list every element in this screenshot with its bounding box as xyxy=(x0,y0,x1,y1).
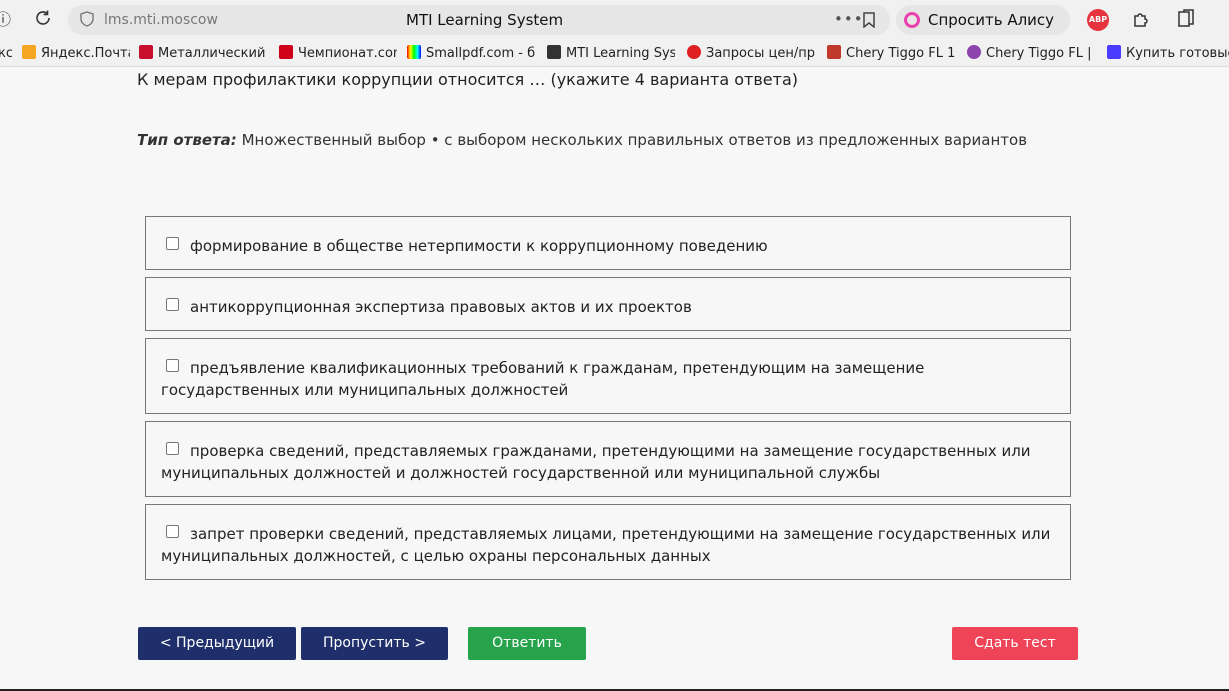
reload-icon[interactable] xyxy=(32,9,54,31)
address-bar[interactable]: lms.mti.moscow MTI Learning System ••• xyxy=(68,5,890,35)
option-label: антикоррупционная экспертиза правовых ак… xyxy=(190,298,692,316)
bookmark-item[interactable]: Chery Tiggo FL | К xyxy=(967,40,1095,66)
answer-button[interactable]: Ответить xyxy=(468,627,586,660)
answer-option[interactable]: антикоррупционная экспертиза правовых ак… xyxy=(145,277,1071,331)
answer-option[interactable]: проверка сведений, представляемых гражда… xyxy=(145,421,1071,497)
bookmark-item[interactable]: Smallpdf.com - бе xyxy=(407,40,535,66)
option-checkbox[interactable] xyxy=(166,525,179,538)
bookmark-item[interactable]: Яндекс.Почта xyxy=(22,40,130,66)
bookmark-item[interactable]: Chery Tiggo FL 1.6 xyxy=(827,40,955,66)
bookmark-item[interactable]: Чемпионат.com xyxy=(279,40,397,66)
bookmark-item[interactable]: кс xyxy=(0,40,12,66)
option-checkbox[interactable] xyxy=(166,359,179,372)
option-checkbox[interactable] xyxy=(166,237,179,250)
pen-icon xyxy=(1107,45,1121,59)
page-title: MTI Learning System xyxy=(406,11,564,29)
mti-icon xyxy=(547,45,561,59)
more-icon[interactable]: ••• xyxy=(834,5,864,33)
bookmark-item[interactable]: Металлический к xyxy=(139,40,265,66)
championat-icon xyxy=(279,45,293,59)
option-label: проверка сведений, представляемых гражда… xyxy=(161,442,1031,482)
bookmark-item[interactable]: Запросы цен/пре xyxy=(687,40,815,66)
collections-icon[interactable] xyxy=(1175,9,1197,31)
mail-icon xyxy=(22,45,36,59)
finish-test-button[interactable]: Сдать тест xyxy=(952,627,1078,660)
bookmark-item[interactable]: Купить готовые xyxy=(1107,40,1229,66)
alisa-icon xyxy=(904,12,920,28)
answer-option[interactable]: запрет проверки сведений, представляемых… xyxy=(145,504,1071,580)
option-checkbox[interactable] xyxy=(166,442,179,455)
answer-type-label: Тип ответа: xyxy=(137,131,237,149)
skip-button[interactable]: Пропустить > xyxy=(301,627,448,660)
alisa-button[interactable]: Спросить Алису AI xyxy=(896,5,1070,59)
address-url[interactable]: lms.mti.moscow xyxy=(104,5,218,35)
bookmark-item[interactable]: MTI Learning Syst xyxy=(547,40,675,66)
adblock-icon[interactable]: ABP xyxy=(1087,9,1109,31)
answer-option[interactable]: формирование в обществе нетерпимости к к… xyxy=(145,216,1071,270)
extensions-icon[interactable] xyxy=(1130,9,1152,31)
chery-icon xyxy=(827,45,841,59)
gear-icon xyxy=(967,45,981,59)
smallpdf-icon xyxy=(407,45,421,59)
info-icon[interactable]: ⓘ xyxy=(0,9,14,31)
bookmarks-bar: кс Яндекс.Почта Металлический к Чемпиона… xyxy=(0,40,1229,67)
previous-button[interactable]: < Предыдущий xyxy=(138,627,296,660)
answer-type-value: Множественный выбор • с выбором нескольк… xyxy=(241,131,1028,149)
bookmark-icon[interactable] xyxy=(862,12,876,29)
option-checkbox[interactable] xyxy=(166,298,179,311)
browser-toolbar: ⓘ lms.mti.moscow MTI Learning System •••… xyxy=(0,0,1229,59)
answer-type: Тип ответа: Множественный выбор • с выбо… xyxy=(137,131,1027,149)
shield-icon[interactable] xyxy=(78,11,96,29)
option-label: предъявление квалификационных требований… xyxy=(161,359,925,399)
magnet-icon xyxy=(139,45,153,59)
option-label: запрет проверки сведений, представляемых… xyxy=(161,525,1051,565)
answer-option[interactable]: предъявление квалификационных требований… xyxy=(145,338,1071,414)
option-label: формирование в обществе нетерпимости к к… xyxy=(190,237,768,255)
question-text: К мерам профилактики коррупции относится… xyxy=(137,70,798,89)
circle-icon xyxy=(687,45,701,59)
